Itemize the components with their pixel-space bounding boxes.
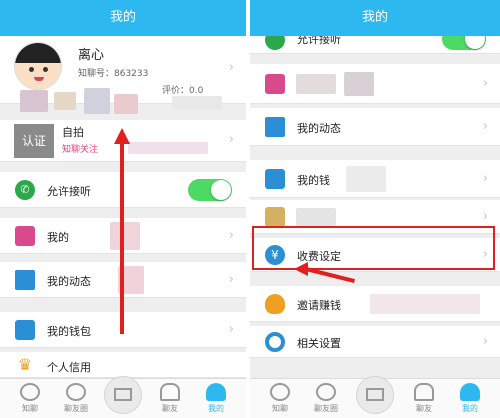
gift-icon bbox=[265, 74, 285, 94]
people-icon bbox=[414, 383, 434, 401]
person-icon bbox=[460, 383, 480, 401]
hidden-row[interactable]: › bbox=[250, 64, 500, 104]
verify-badge: 认证 bbox=[14, 124, 54, 158]
settings-row[interactable]: 相关设置 › bbox=[250, 326, 500, 358]
toggle-knob bbox=[211, 180, 231, 200]
tab-label: 聊友圈 bbox=[314, 404, 338, 413]
aperture-icon bbox=[66, 383, 86, 401]
chevron-right-icon: › bbox=[228, 272, 234, 287]
profile-id: 知聊号：863233 bbox=[78, 69, 149, 79]
tab-label: 聊友 bbox=[162, 404, 178, 413]
profile-name: 离心 bbox=[78, 48, 105, 63]
my-wallet-label: 我的钱包 bbox=[47, 325, 91, 338]
page-title: 我的 bbox=[0, 0, 246, 36]
chevron-right-icon: › bbox=[482, 209, 488, 224]
gift-icon bbox=[15, 226, 35, 246]
gear-icon bbox=[265, 332, 285, 352]
chevron-right-icon: › bbox=[482, 76, 488, 91]
chevron-right-icon: › bbox=[228, 228, 234, 243]
tab-label: 我的 bbox=[462, 404, 478, 413]
tab-bar: 知聊 聊友圈 聊友 我的 bbox=[250, 376, 500, 418]
people-icon bbox=[160, 383, 180, 401]
tab-label: 知聊 bbox=[22, 404, 38, 413]
chevron-right-icon: › bbox=[228, 132, 234, 147]
red-arrow-line bbox=[120, 142, 124, 334]
mail-center-button[interactable] bbox=[356, 376, 394, 414]
chevron-right-icon: › bbox=[228, 322, 234, 337]
image-icon bbox=[265, 117, 285, 137]
my-posts-row[interactable]: 我的动态 › bbox=[250, 108, 500, 146]
allow-answer-toggle[interactable] bbox=[442, 36, 486, 50]
wallet-icon bbox=[265, 169, 285, 189]
phone-icon: ✆ bbox=[15, 180, 35, 200]
personal-credit-row[interactable]: ♛ 个人信用 bbox=[0, 352, 246, 378]
avatar bbox=[14, 42, 62, 90]
wallet-icon bbox=[15, 320, 35, 340]
toggle-knob bbox=[465, 36, 485, 49]
tab-label: 知聊 bbox=[272, 404, 288, 413]
chat-bubble-icon bbox=[20, 383, 40, 401]
money-bag-icon bbox=[265, 294, 285, 314]
invite-row[interactable]: 邀请赚钱 bbox=[250, 286, 500, 322]
crown-icon: ♛ bbox=[17, 355, 33, 374]
personal-credit-label: 个人信用 bbox=[47, 361, 91, 374]
allow-answer-row[interactable]: 允许接听 bbox=[250, 36, 500, 54]
tab-label: 聊友圈 bbox=[64, 404, 88, 413]
mail-center-button[interactable] bbox=[104, 376, 142, 414]
badge-icon bbox=[265, 207, 285, 227]
person-icon bbox=[206, 383, 226, 401]
chevron-right-icon: › bbox=[228, 60, 234, 75]
chevron-right-icon: › bbox=[482, 171, 488, 186]
blurred-region bbox=[0, 86, 246, 120]
allow-answer-toggle[interactable] bbox=[188, 179, 232, 201]
envelope-icon bbox=[114, 388, 132, 401]
my-wallet-row[interactable]: 我的钱 › bbox=[250, 160, 500, 198]
invite-label: 邀请赚钱 bbox=[297, 299, 341, 312]
highlight-box bbox=[252, 226, 495, 270]
allow-answer-label: 允许接听 bbox=[47, 185, 91, 198]
verify-title: 自拍 bbox=[62, 126, 84, 139]
my-posts-label: 我的动态 bbox=[47, 275, 91, 288]
my-posts-label: 我的动态 bbox=[297, 122, 341, 135]
red-arrow-head bbox=[114, 128, 130, 144]
chat-bubble-icon bbox=[270, 383, 290, 401]
settings-label: 相关设置 bbox=[297, 337, 341, 350]
verify-subtitle: 知聊关注 bbox=[62, 145, 99, 155]
phone-icon bbox=[265, 36, 285, 50]
partial-label: 我的 bbox=[47, 231, 69, 244]
allow-answer-label: 允许接听 bbox=[297, 36, 341, 46]
aperture-icon bbox=[316, 383, 336, 401]
my-wallet-label: 我的钱 bbox=[297, 174, 330, 187]
image-icon bbox=[15, 270, 35, 290]
chevron-right-icon: › bbox=[482, 334, 488, 349]
right-screen: 我的 允许接听 › 我的动态 › 我的钱 › › ¥ 收费设定 › 邀请赚钱 相… bbox=[250, 0, 500, 418]
page-title: 我的 bbox=[250, 0, 500, 36]
envelope-icon bbox=[366, 388, 384, 401]
left-screen: 我的 离心 知聊号：863233 评价：0.0 › 认证 自拍 知聊关注 › ✆… bbox=[0, 0, 246, 418]
tab-bar: 知聊 聊友圈 聊友 我的 bbox=[0, 376, 246, 418]
chevron-right-icon: › bbox=[482, 119, 488, 134]
tab-label: 聊友 bbox=[416, 404, 432, 413]
tab-label: 我的 bbox=[208, 404, 224, 413]
